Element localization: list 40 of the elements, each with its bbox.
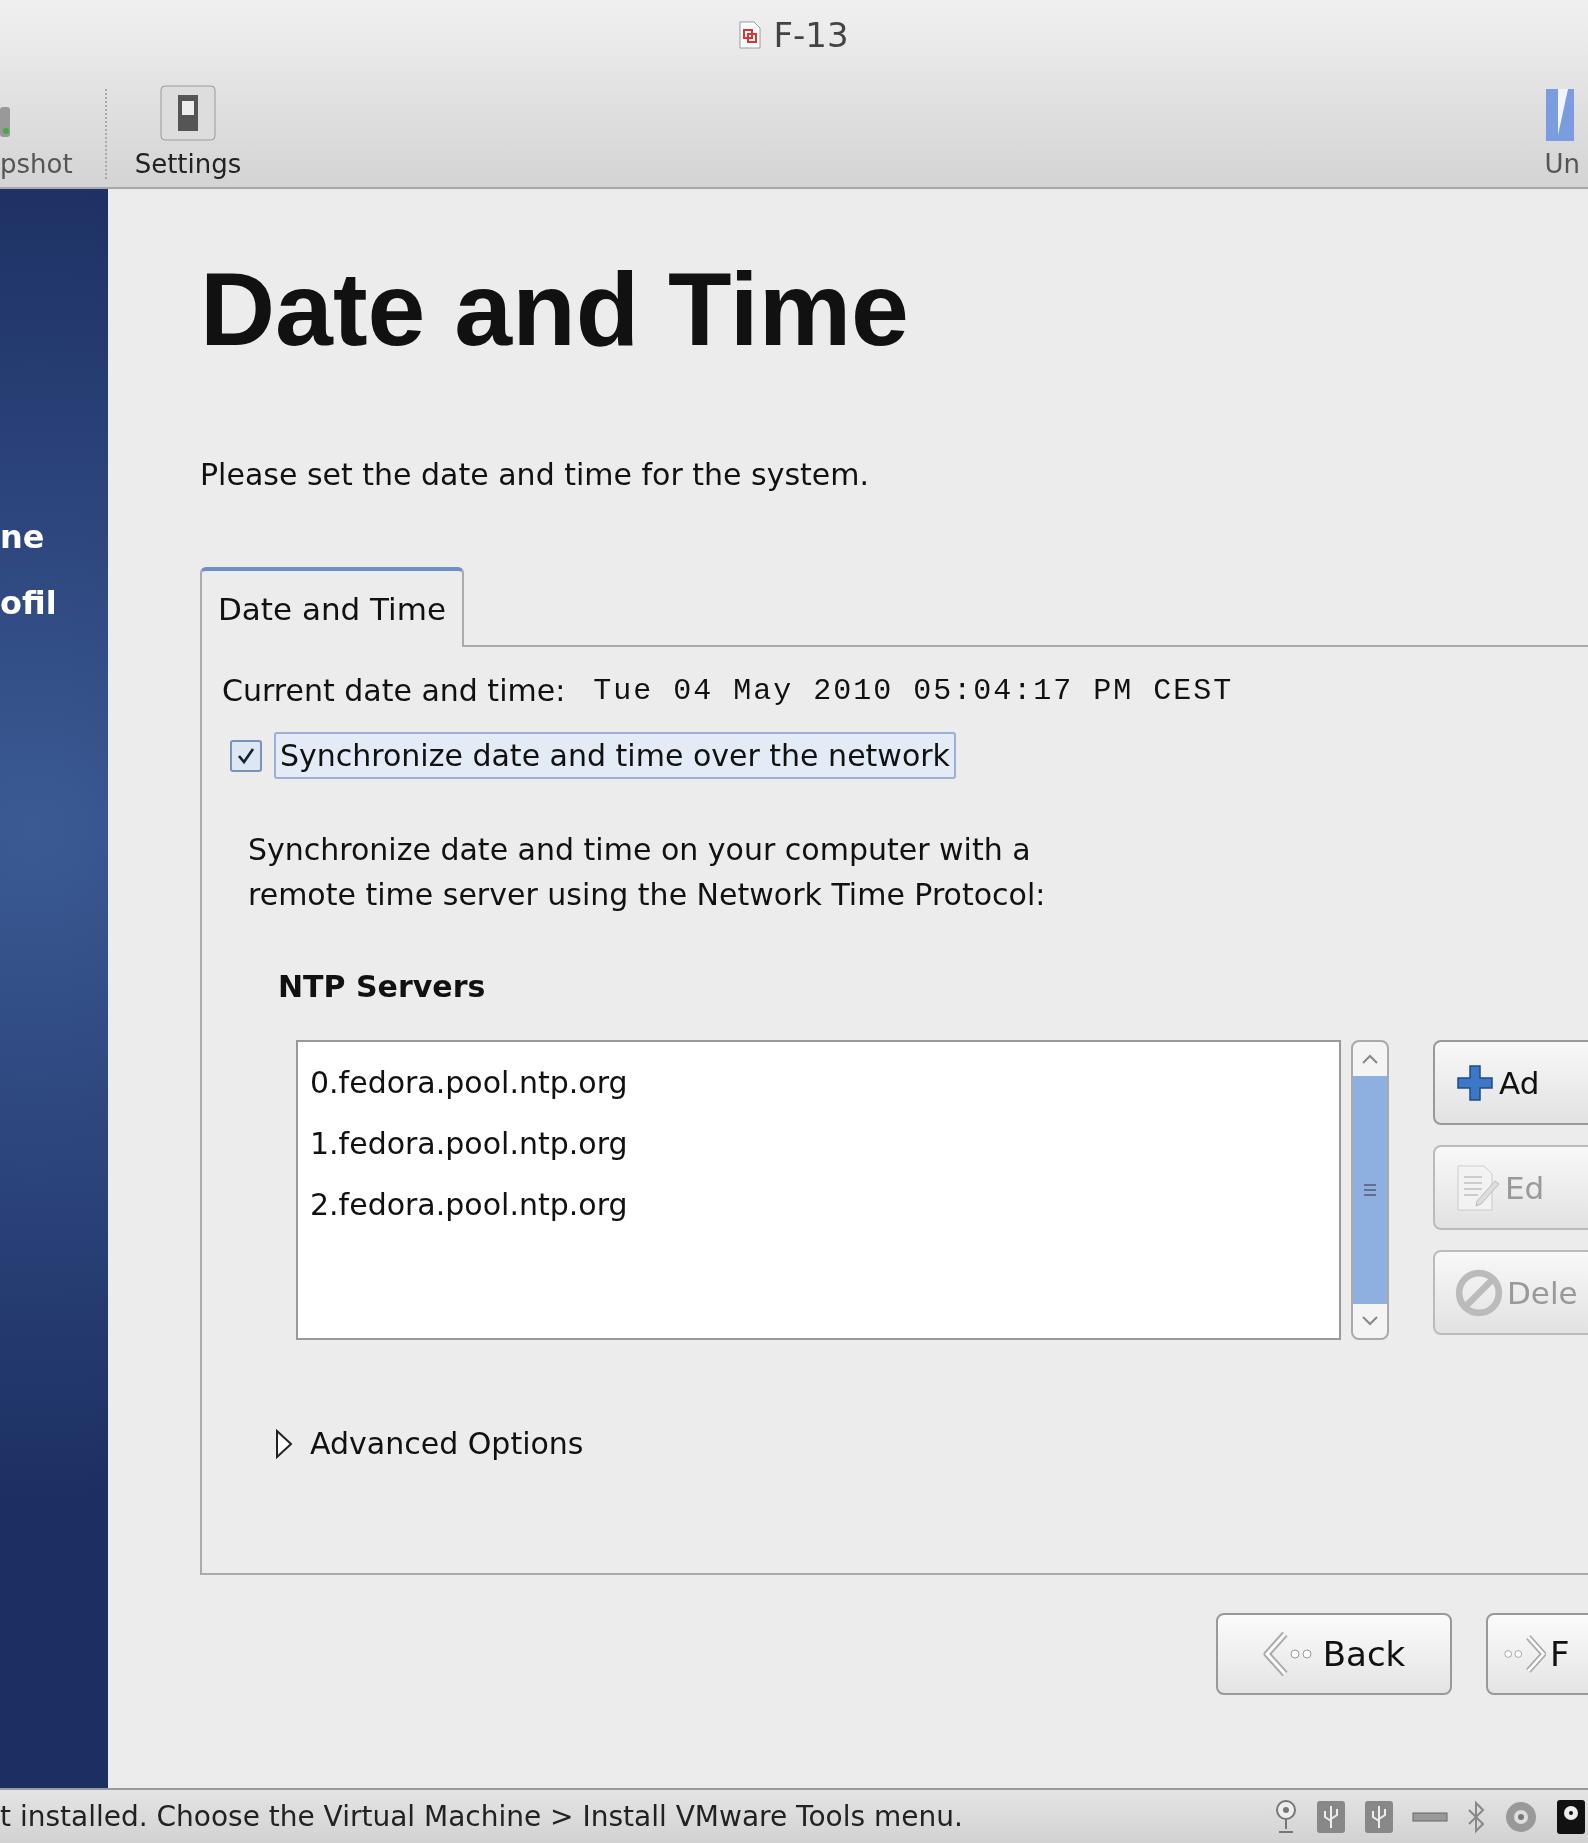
- tab[interactable]: Date and Time: [200, 567, 464, 647]
- no-entry-icon: [1455, 1268, 1503, 1317]
- server-action-button[interactable]: Ad: [1433, 1040, 1588, 1125]
- back-button[interactable]: Back: [1216, 1613, 1452, 1695]
- usb-icon[interactable]: [1364, 1799, 1394, 1834]
- document-icon: [739, 21, 762, 49]
- toolbar-button[interactable]: pshot: [0, 101, 73, 179]
- toolbar-button[interactable]: Un: [1544, 85, 1580, 179]
- webcam-icon[interactable]: [1274, 1798, 1298, 1835]
- edit-icon: [1455, 1162, 1501, 1213]
- server-list-item[interactable]: 2.fedora.pool.ntp.org: [310, 1174, 1327, 1235]
- description-text: Please set the date and time for the system.: [200, 457, 870, 493]
- info-text: Synchronize date and time on your computer with a: [248, 831, 1031, 869]
- triangle-right-icon: [274, 1428, 294, 1459]
- right-chevron-icon: [1504, 1635, 1546, 1673]
- server-list-item[interactable]: 0.fedora.pool.ntp.org: [310, 1052, 1327, 1113]
- checkbox[interactable]: [230, 739, 262, 772]
- switch-icon: [159, 85, 216, 141]
- checkbox-label[interactable]: Synchronize date and time over the network: [274, 732, 956, 779]
- status-message: t installed. Choose the Virtual Machine > Install VMware Tools menu.: [0, 1800, 963, 1833]
- scrollbar[interactable]: [1351, 1040, 1389, 1340]
- bluetooth-icon[interactable]: [1466, 1799, 1486, 1834]
- section-title: NTP Servers: [278, 969, 486, 1004]
- current-time-value: Tue 04 May 2010 05:04:17 PM CEST: [593, 673, 1234, 708]
- sidebar-item[interactable]: ofil: [0, 585, 57, 621]
- grip-icon: [1364, 1183, 1376, 1197]
- server-list-item[interactable]: 1.fedora.pool.ntp.org: [310, 1113, 1327, 1174]
- sidebar-item[interactable]: ne: [0, 519, 45, 555]
- plus-icon: [1455, 1062, 1495, 1103]
- usb-icon[interactable]: [1316, 1799, 1346, 1834]
- disc-icon[interactable]: [1504, 1799, 1538, 1834]
- scrollbar-thumb[interactable]: [1353, 1076, 1387, 1304]
- forward-button[interactable]: F: [1486, 1613, 1588, 1695]
- window-title: F-13: [773, 15, 849, 55]
- cable-icon[interactable]: [1412, 1811, 1448, 1822]
- expander[interactable]: Advanced Options: [274, 1426, 584, 1461]
- current-time-label: Current date and time:: [222, 673, 566, 708]
- page-heading: Date and Time: [200, 250, 909, 369]
- info-text: remote time server using the Network Time Protocol:: [248, 876, 1046, 914]
- toolbar-button[interactable]: Settings: [134, 85, 242, 179]
